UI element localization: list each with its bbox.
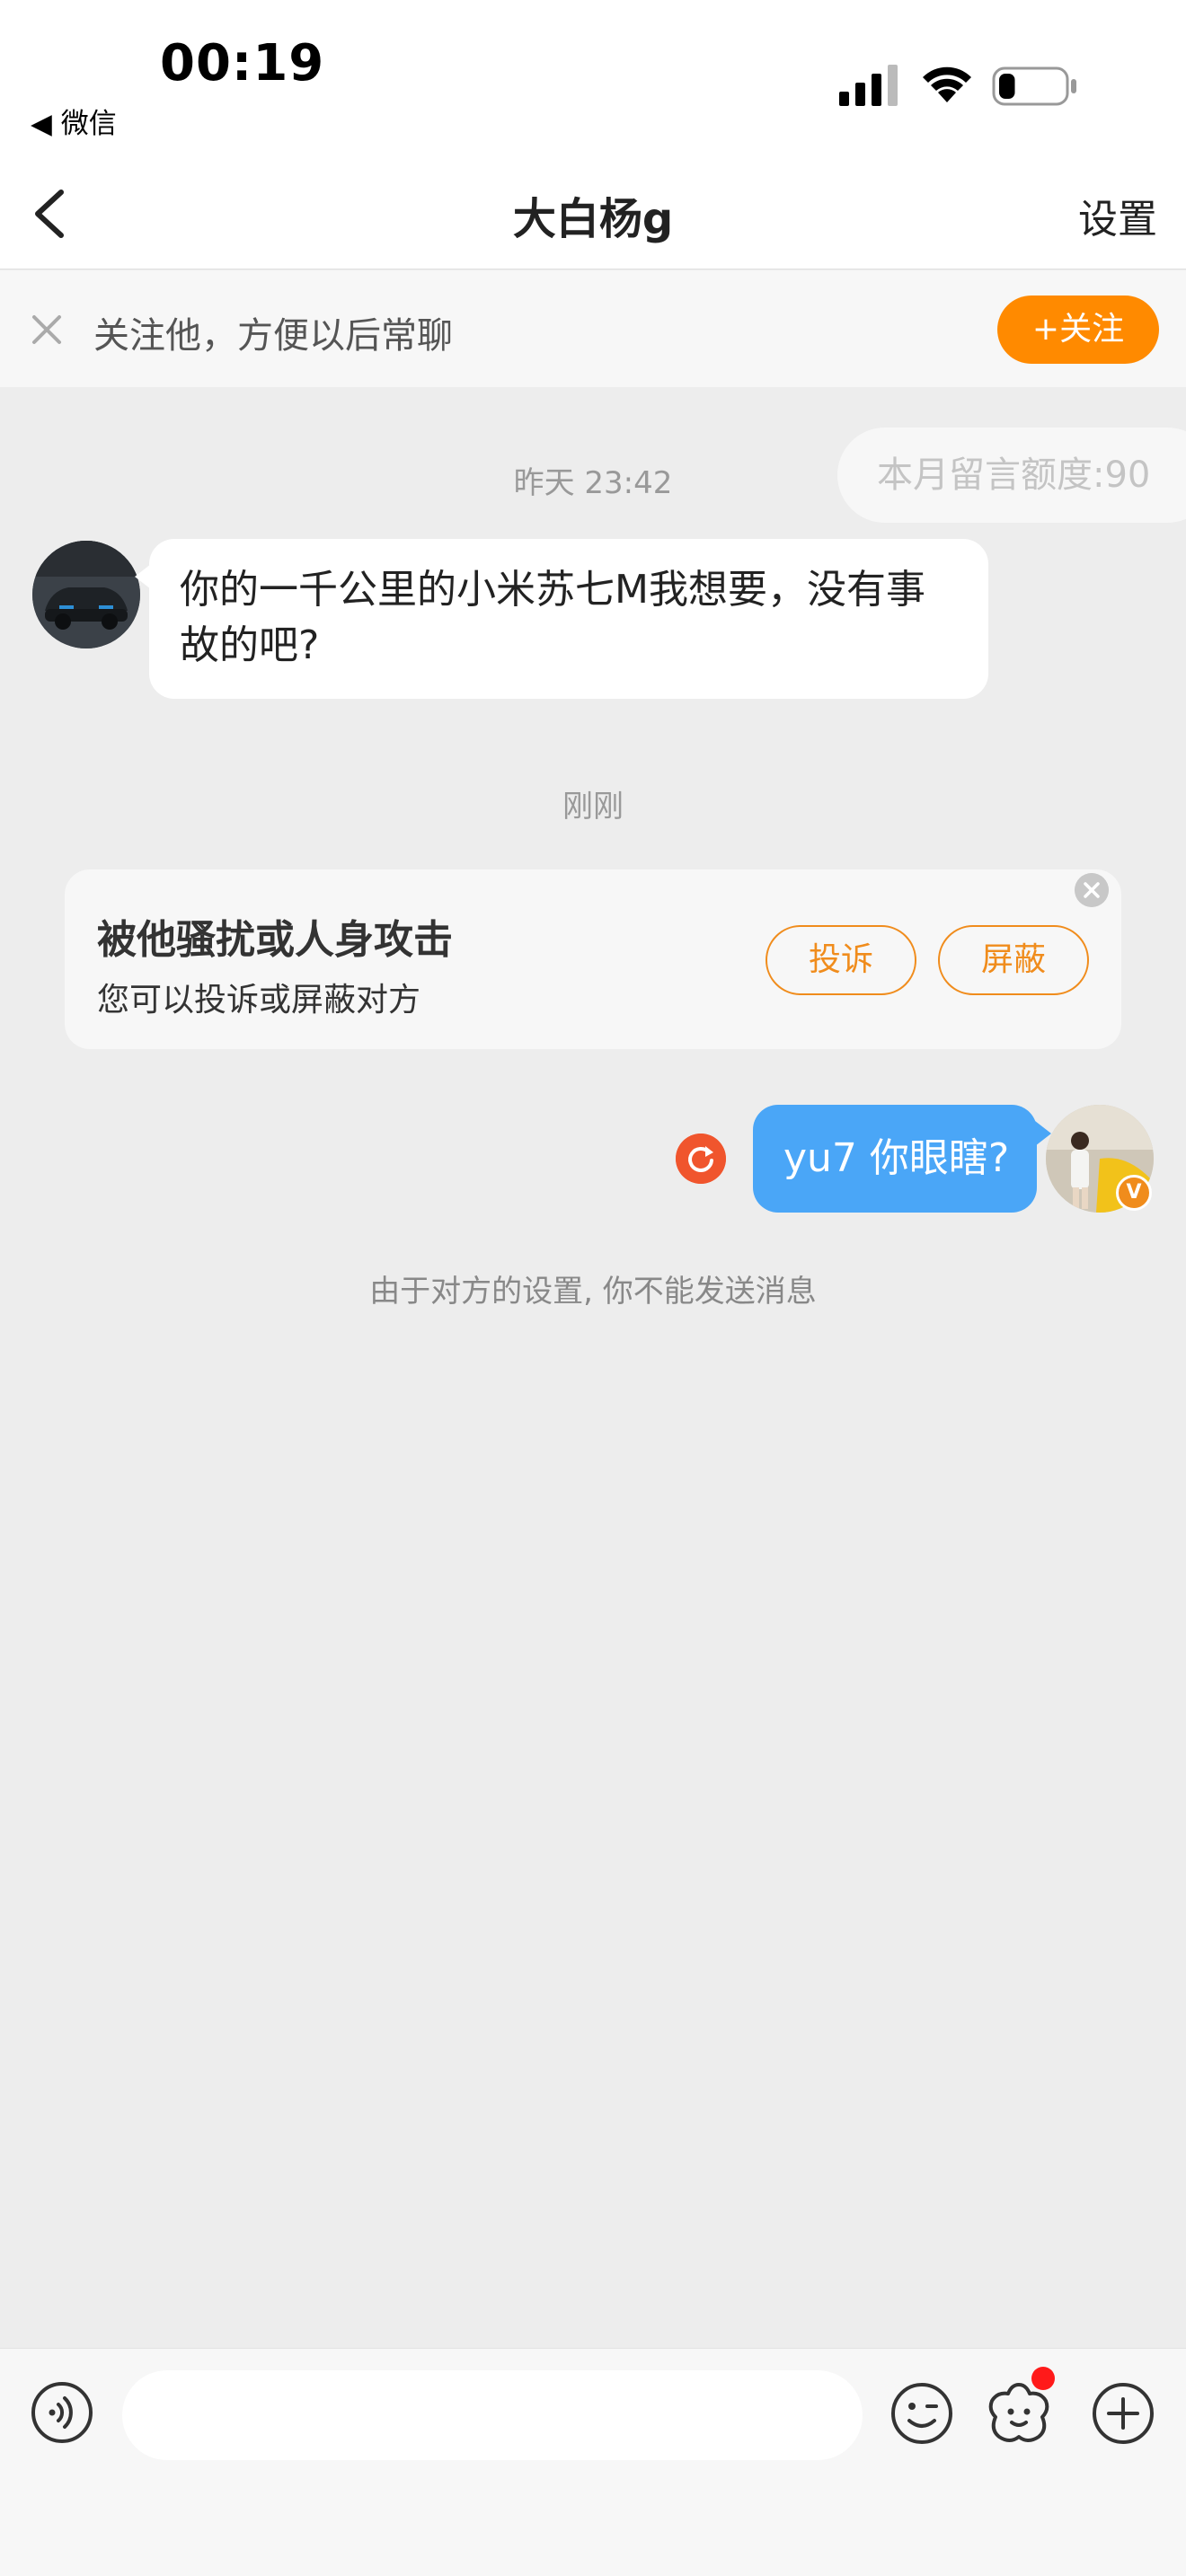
harassment-notice-card: 被他骚扰或人身攻击 您可以投诉或屏蔽对方 投诉 屏蔽: [65, 869, 1121, 1049]
message-timestamp: 刚刚: [562, 789, 624, 825]
chat-title: 大白杨g: [512, 194, 674, 244]
close-icon[interactable]: [1075, 873, 1109, 907]
message-input[interactable]: [122, 2370, 863, 2460]
verified-badge: V: [1116, 1175, 1152, 1211]
wifi-icon: [923, 66, 971, 102]
harassment-title: 被他骚扰或人身攻击: [97, 917, 453, 963]
plus-icon[interactable]: [1091, 2381, 1155, 2446]
notification-dot: [1031, 2367, 1055, 2390]
block-button[interactable]: 屏蔽: [938, 925, 1089, 995]
emoji-icon[interactable]: [890, 2381, 954, 2446]
back-to-app-link[interactable]: ◀ 微信: [31, 101, 117, 141]
report-button[interactable]: 投诉: [766, 925, 916, 995]
follow-button[interactable]: +关注: [997, 296, 1159, 364]
follow-suggestion-text: 关注他，方便以后常聊: [93, 315, 453, 357]
avatar[interactable]: [32, 541, 140, 648]
incoming-message-bubble[interactable]: 你的一千公里的小米苏七M我想要，没有事故的吧?: [149, 539, 988, 699]
settings-button[interactable]: 设置: [1078, 187, 1157, 244]
input-bar: [0, 2348, 1186, 2576]
harassment-subtitle: 您可以投诉或屏蔽对方: [97, 982, 421, 1019]
status-bar: 00:19 ◀ 微信: [0, 0, 1186, 162]
outgoing-message-bubble[interactable]: yu7 你眼瞎?: [753, 1105, 1037, 1213]
close-icon[interactable]: [27, 310, 66, 349]
resend-icon[interactable]: [676, 1134, 726, 1184]
status-time: 00:19: [160, 34, 325, 93]
nav-bar: 大白杨g 设置: [0, 162, 1186, 269]
car-avatar-image: [32, 541, 140, 648]
message-timestamp: 昨天 23:42: [513, 465, 673, 501]
battery-icon: [992, 66, 1076, 106]
voice-icon[interactable]: [31, 2381, 93, 2444]
follow-suggestion-bar: 关注他，方便以后常聊 +关注: [0, 270, 1186, 387]
system-notice: 由于对方的设置, 你不能发送消息: [369, 1274, 817, 1310]
signal-icon: [839, 65, 898, 106]
